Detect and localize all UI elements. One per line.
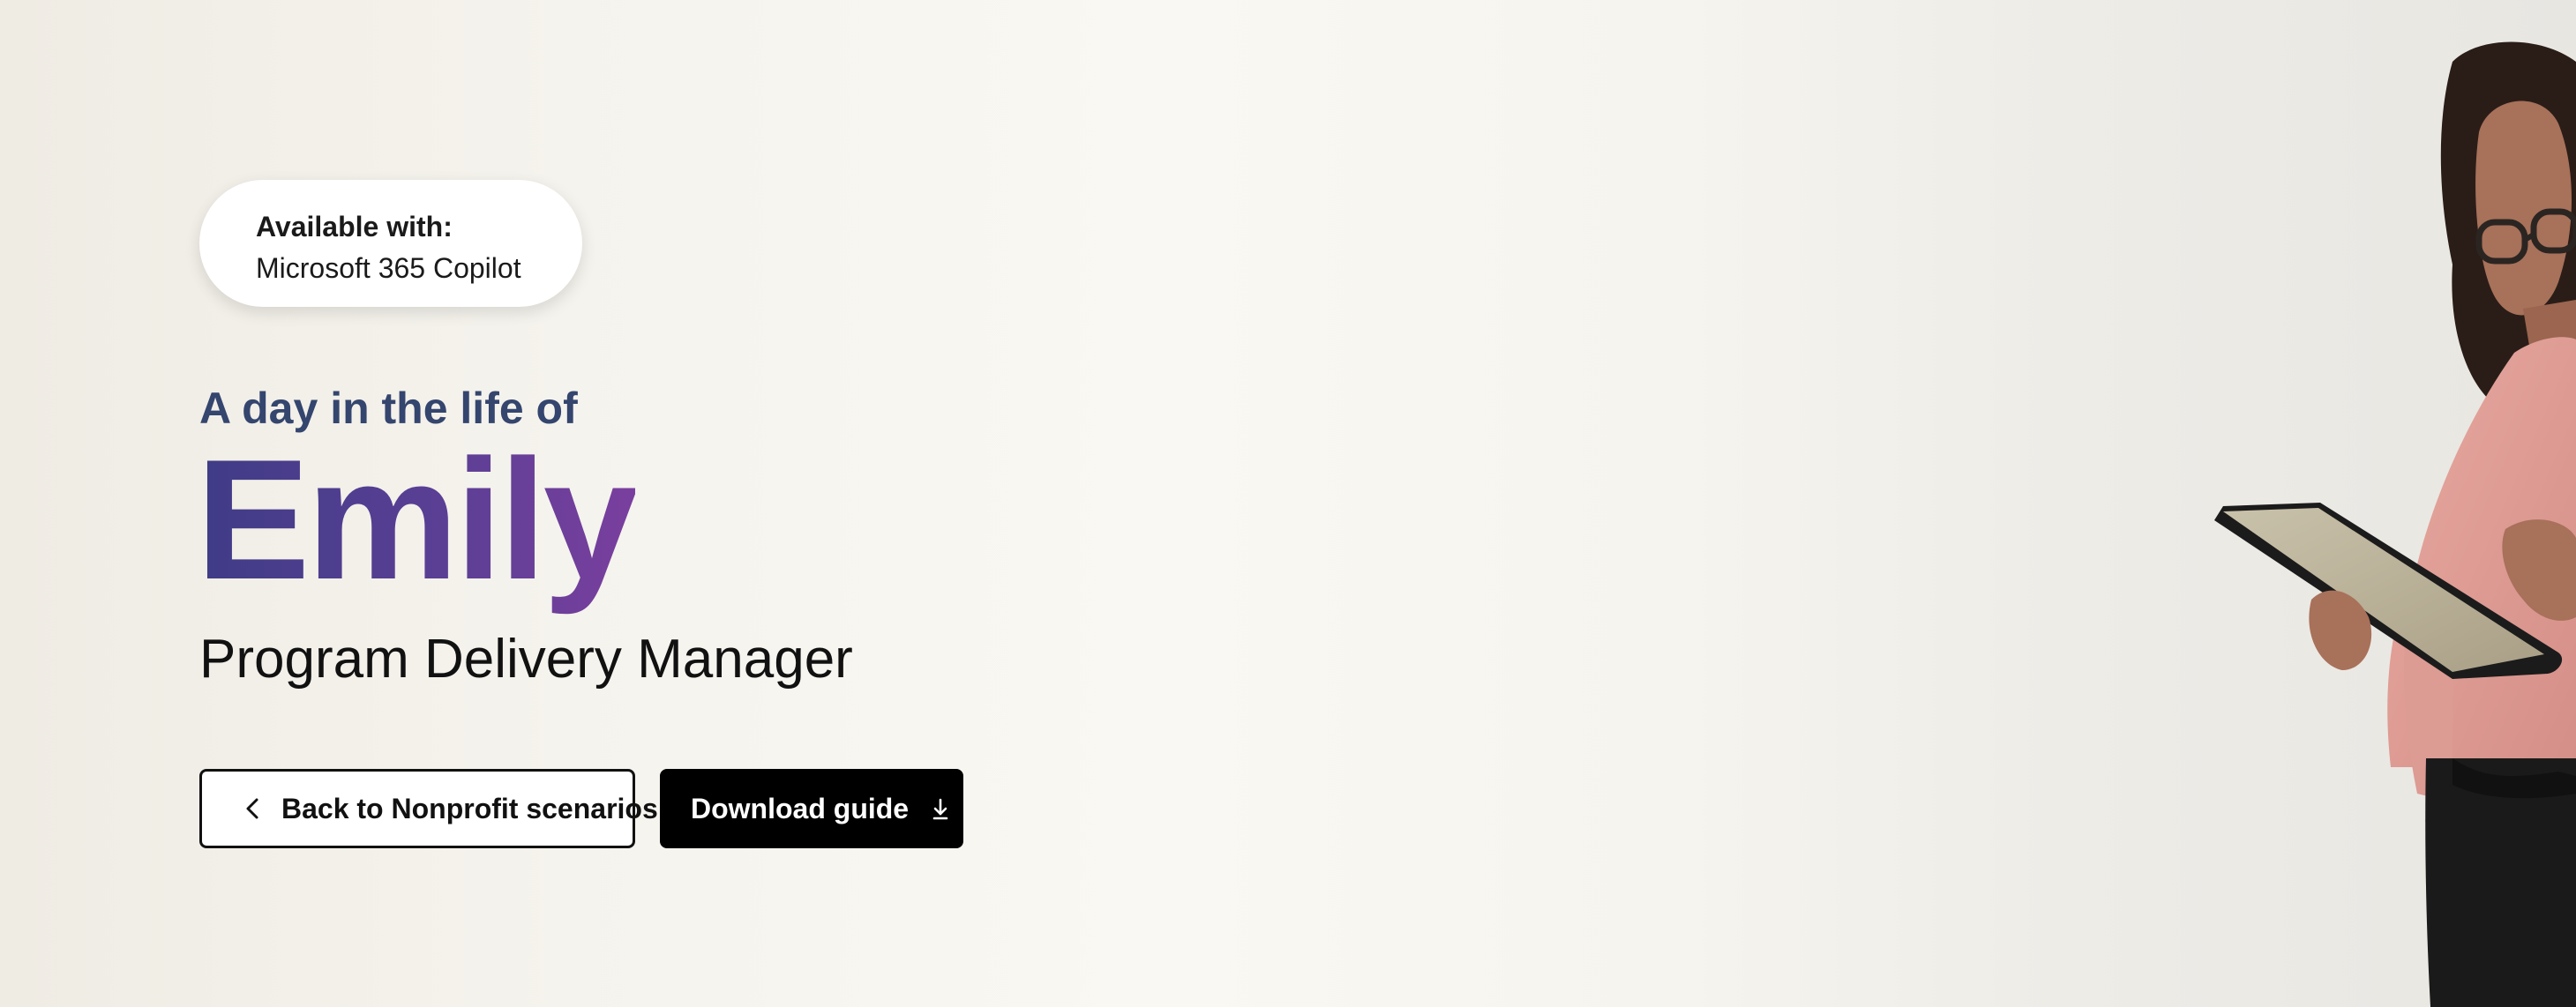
availability-badge: Available with: Microsoft 365 Copilot (199, 180, 582, 307)
hero-section: Available with: Microsoft 365 Copilot A … (0, 0, 2576, 1007)
download-guide-button[interactable]: Download guide (660, 769, 963, 848)
availability-product: Microsoft 365 Copilot (256, 252, 521, 284)
availability-label: Available with: (256, 211, 453, 242)
download-icon (926, 794, 955, 823)
back-button-label: Back to Nonprofit scenarios (281, 792, 658, 824)
hero-person-image (2214, 41, 2576, 1007)
hero-role: Program Delivery Manager (199, 629, 853, 690)
hero-name: Emily (196, 424, 639, 615)
back-to-scenarios-button[interactable]: Back to Nonprofit scenarios (199, 769, 658, 848)
download-button-label: Download guide (691, 792, 910, 824)
chevron-left-icon (237, 793, 269, 824)
